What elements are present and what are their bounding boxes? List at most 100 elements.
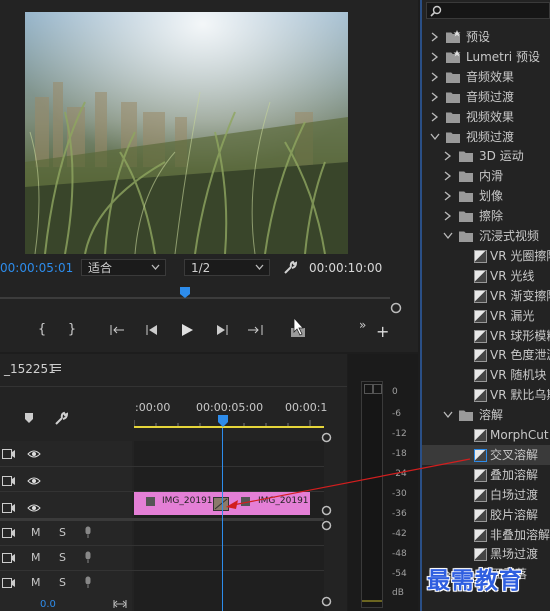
effect-item[interactable]: 视频过渡 [422,127,550,147]
chevron-down-icon[interactable] [430,132,440,142]
chevron-right-icon[interactable] [430,32,440,42]
effect-item[interactable]: 溶解 [422,405,550,425]
eye-icon[interactable] [27,503,41,513]
effect-item[interactable]: 视频效果 [422,107,550,127]
film-icon[interactable] [2,503,15,513]
resolution-dropdown[interactable]: 1/2 [184,259,270,276]
marker-icon[interactable] [24,412,34,424]
transition-marker[interactable] [213,497,229,511]
effect-label: 沉浸式视频 [479,229,540,243]
chevron-right-icon[interactable] [443,171,453,181]
step-forward-button[interactable] [215,324,229,336]
speaker-icon[interactable] [2,578,15,588]
effect-item[interactable]: 交叉溶解 [422,444,550,465]
folder-icon [446,110,461,123]
effect-item[interactable]: VR 球形模糊 [422,326,550,346]
add-button[interactable]: + [376,324,389,340]
eye-icon[interactable] [27,449,41,459]
effect-item[interactable]: 非叠加溶解 [422,525,550,545]
menu-icon[interactable] [52,363,61,372]
eye-icon[interactable] [27,476,41,486]
effect-item[interactable]: MorphCut [422,425,550,445]
folder-icon [459,408,474,422]
monitor-time-ruler[interactable] [0,284,400,304]
zoom-handle[interactable] [390,302,402,314]
mute-button[interactable]: M [31,551,41,564]
chevron-right-icon[interactable] [430,72,440,82]
effect-item[interactable]: 胶片溶解 [422,505,550,525]
search-input[interactable] [426,2,550,19]
effect-label: VR 光圈擦除 [490,248,550,263]
wrench-icon[interactable] [283,260,298,275]
effect-label: VR 球形模糊 [490,328,550,343]
speaker-icon[interactable] [2,553,15,563]
chevron-down-icon[interactable] [443,410,453,420]
more-controls-icon[interactable]: » [359,318,366,332]
playhead-timecode[interactable]: 00:00:05:01 [0,261,73,275]
scroll-handle-mid[interactable] [321,505,332,516]
effect-item[interactable]: 划像 [422,186,550,206]
solo-button[interactable]: S [59,551,66,564]
effect-label: 擦除 [479,209,504,224]
play-button[interactable] [180,323,194,337]
mark-out-button[interactable]: } [64,322,80,337]
footer-value[interactable]: 0.0 [40,599,56,610]
transition-icon [474,448,487,462]
effect-label: VR 默比乌斯 [490,388,550,403]
clip-label-left[interactable]: IMG_20191 [162,496,213,506]
effect-item[interactable]: 叠加溶解 [422,465,550,485]
effect-item[interactable]: 内滑 [422,166,550,186]
folder-icon [459,209,474,223]
effect-item[interactable]: VR 漏光 [422,306,550,326]
effect-item[interactable]: 擦除 [422,206,550,226]
effect-item[interactable]: VR 默比乌斯 [422,385,550,405]
effect-item[interactable]: VR 光线 [422,266,550,286]
effect-item[interactable]: 音频效果 [422,67,550,87]
mic-icon[interactable] [84,526,92,539]
sequence-tab[interactable]: _152251 [4,362,56,376]
effect-item[interactable]: 沉浸式视频 [422,226,550,246]
wrench-icon[interactable] [54,411,69,426]
film-icon[interactable] [2,476,15,486]
clip-label-right[interactable]: IMG_20191 [258,496,309,506]
fit-dropdown[interactable]: 适合 [81,259,166,276]
chevron-right-icon[interactable] [430,112,440,122]
chevron-right-icon[interactable] [430,92,440,102]
solo-button[interactable]: S [59,576,66,589]
export-frame-button[interactable] [290,317,312,339]
playhead-handle[interactable] [217,414,229,428]
effect-item[interactable]: VR 渐变擦除 [422,286,550,306]
chevron-right-icon[interactable] [430,52,440,62]
chevron-right-icon[interactable] [443,211,453,221]
scroll-handle-bottom[interactable] [321,596,332,607]
effect-item[interactable]: 白场过渡 [422,485,550,505]
solo-button[interactable]: S [59,526,66,539]
chevron-down-icon[interactable] [443,231,453,241]
mute-button[interactable]: M [31,576,41,589]
scroll-handle-audio[interactable] [321,520,332,531]
effect-item[interactable]: VR 光圈擦除 [422,246,550,266]
mute-button[interactable]: M [31,526,41,539]
effect-item[interactable]: Lumetri 预设 [422,47,550,67]
mark-in-button[interactable]: { [34,322,50,337]
zoom-bar-icon[interactable] [113,599,127,609]
effect-item[interactable]: 预设 [422,27,550,47]
go-to-out-button[interactable] [247,324,263,336]
speaker-icon[interactable] [2,528,15,538]
effect-item[interactable]: 3D 运动 [422,146,550,166]
timeline-ruler[interactable] [134,414,324,430]
transition-icon [474,488,487,502]
mic-icon[interactable] [84,576,92,589]
effect-item[interactable]: 音频过渡 [422,87,550,107]
scroll-handle-top[interactable] [321,432,332,443]
db-label: -42 [392,529,407,539]
go-to-in-button[interactable] [110,324,126,336]
chevron-right-icon[interactable] [443,191,453,201]
step-back-button[interactable] [145,324,159,336]
effect-label: 白场过渡 [490,487,539,502]
mic-icon[interactable] [84,551,92,564]
film-icon[interactable] [2,449,15,459]
chevron-right-icon[interactable] [443,151,453,161]
effect-item[interactable]: VR 随机块 [422,365,550,385]
effect-item[interactable]: VR 色度泄漏 [422,345,550,365]
